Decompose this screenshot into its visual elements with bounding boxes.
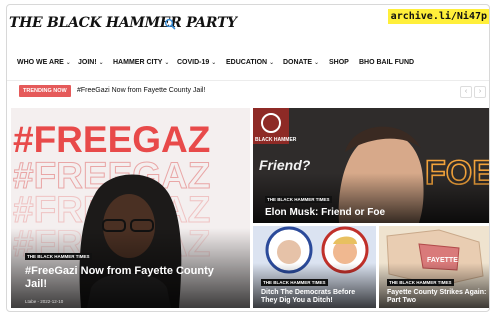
nav-item-hammer-city[interactable]: HAMMER CITY ⌄ xyxy=(113,59,169,66)
fayette-article-card[interactable]: FAYETTE THE BLACK HAMMER TIMES Fayette C… xyxy=(379,226,489,308)
article-title[interactable]: Fayette County Strikes Again: Part Two xyxy=(387,289,487,305)
category-tag[interactable]: THE BLACK HAMMER TIMES xyxy=(387,279,454,286)
nav-label: BHO BAIL FUND xyxy=(359,59,415,66)
nav-label: HAMMER CITY xyxy=(113,59,163,66)
trending-headline[interactable]: #FreeGazi Now from Fayette County Jail! xyxy=(77,87,205,94)
nav-label: COVID-19 xyxy=(177,59,210,66)
nav-item-join[interactable]: JOIN! ⌄ xyxy=(78,59,104,66)
chevron-left-icon[interactable]: ‹ xyxy=(460,86,472,98)
author-name[interactable]: Ltabe xyxy=(25,299,36,304)
browser-page: THE BLACK HAMMER PARTY archive.li/Ni47p … xyxy=(6,4,490,312)
article-date: 2022-12-10 xyxy=(40,299,64,304)
nav-item-shop[interactable]: SHOP xyxy=(329,59,349,66)
category-tag[interactable]: THE BLACK HAMMER TIMES xyxy=(265,196,332,203)
main-nav: WHO WE ARE ⌄ JOIN! ⌄ HAMMER CITY ⌄ COVID-19… xyxy=(7,55,489,75)
site-logo[interactable]: THE BLACK HAMMER PARTY xyxy=(9,15,237,31)
article-title[interactable]: Elon Musk: Friend or Foe xyxy=(265,207,475,219)
nav-item-who-we-are[interactable]: WHO WE ARE ⌄ xyxy=(17,59,71,66)
chevron-right-icon[interactable]: › xyxy=(474,86,486,98)
chevron-down-icon: ⌄ xyxy=(211,60,217,66)
logo-badge-text: BLACK HAMMER xyxy=(255,137,297,143)
nav-item-education[interactable]: EDUCATION ⌄ xyxy=(226,59,274,66)
friend-text: Friend? xyxy=(259,157,311,173)
trending-badge: TRENDING NOW xyxy=(19,85,71,97)
nav-label: EDUCATION xyxy=(226,59,268,66)
nav-item-donate[interactable]: DONATE ⌄ xyxy=(283,59,319,66)
category-tag[interactable]: THE BLACK HAMMER TIMES xyxy=(25,253,92,260)
main-article-card[interactable]: #FREEGAZ #FREEGAZ #FREEGAZ #FREEGAZ THE … xyxy=(11,108,250,308)
chevron-down-icon: ⌄ xyxy=(269,60,275,66)
democrats-article-card[interactable]: THE BLACK HAMMER TIMES Ditch The Democra… xyxy=(253,226,376,308)
chevron-down-icon: ⌄ xyxy=(98,60,104,66)
nav-divider xyxy=(7,80,489,81)
search-icon[interactable] xyxy=(164,18,176,30)
nav-item-bho-bail-fund[interactable]: BHO BAIL FUND xyxy=(359,59,414,66)
site-header: THE BLACK HAMMER PARTY archive.li/Ni47p xyxy=(7,5,489,43)
article-meta: Ltabe - 2022-12-10 xyxy=(25,299,63,304)
banner-text: #FREEGAZ xyxy=(13,119,210,160)
nav-label: SHOP xyxy=(329,59,349,66)
chevron-down-icon: ⌄ xyxy=(314,60,320,66)
nav-label: JOIN! xyxy=(78,59,97,66)
nav-label: DONATE xyxy=(283,59,313,66)
nav-item-covid-19[interactable]: COVID-19 ⌄ xyxy=(177,59,216,66)
chevron-down-icon: ⌄ xyxy=(65,60,71,66)
archive-link[interactable]: archive.li/Ni47p xyxy=(387,9,489,24)
nav-label: WHO WE ARE xyxy=(17,59,64,66)
chevron-down-icon: ⌄ xyxy=(164,60,170,66)
elon-article-card[interactable]: BLACK HAMMER Friend? FOE? THE BLACK HAMM… xyxy=(253,108,489,223)
article-title[interactable]: #FreeGazi Now from Fayette County Jail! xyxy=(25,265,235,290)
category-tag[interactable]: THE BLACK HAMMER TIMES xyxy=(261,279,328,286)
article-title[interactable]: Ditch The Democrats Before They Dig You … xyxy=(261,289,371,305)
